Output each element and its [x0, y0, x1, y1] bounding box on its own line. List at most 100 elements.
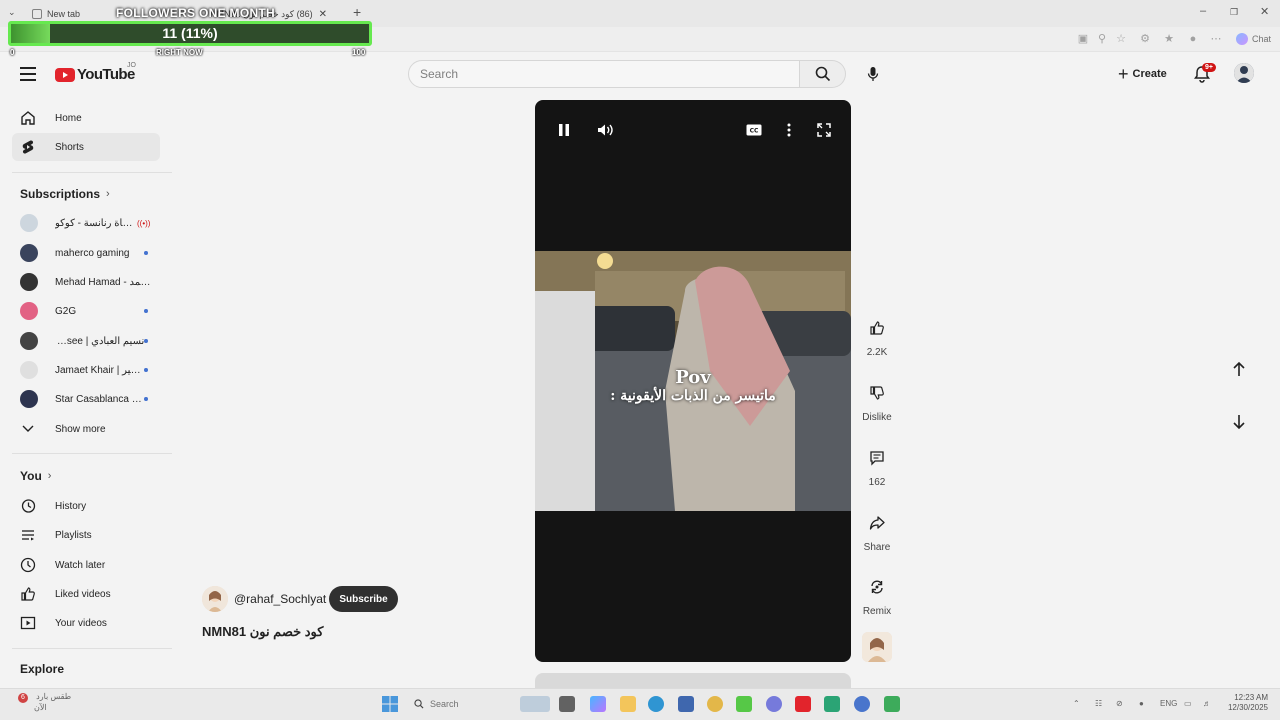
sidebar-item-label: Watch later	[55, 559, 106, 571]
start-icon[interactable]	[382, 696, 398, 712]
favorites-icon[interactable]: ★	[1163, 33, 1175, 45]
kick-icon[interactable]	[736, 696, 752, 712]
mic-tray-icon[interactable]: ●	[1139, 699, 1144, 708]
comments-action[interactable]: 162	[857, 441, 897, 488]
microphone-icon	[867, 67, 879, 81]
xbox-icon[interactable]	[884, 696, 900, 712]
close-window-icon[interactable]: ✕	[1260, 5, 1269, 18]
wifi-off-icon[interactable]: ⊘	[1116, 699, 1123, 708]
minimize-icon[interactable]: –	[1200, 5, 1206, 17]
monitor-icon[interactable]: ▭	[1184, 699, 1192, 708]
more-actions-button[interactable]	[779, 120, 799, 140]
like-action[interactable]: 2.2K	[857, 311, 897, 358]
sidebar-item-liked-videos[interactable]: Liked videos	[12, 580, 160, 608]
channel-avatar[interactable]	[202, 586, 228, 612]
remix-button[interactable]	[860, 570, 894, 604]
channel-thumbnail[interactable]	[862, 632, 892, 662]
sidebar-subscription-6[interactable]: Star Casablanca | ستار	[12, 385, 160, 413]
sidebar-subscription-1[interactable]: maherco gaming	[12, 239, 160, 267]
previous-short-button[interactable]	[1222, 352, 1256, 386]
search-button[interactable]	[800, 60, 846, 88]
share-action[interactable]: Share	[857, 506, 897, 553]
liked-videos-icon	[20, 586, 36, 602]
comments-button[interactable]	[860, 441, 894, 475]
sidebar-subscription-3[interactable]: G2G	[12, 297, 160, 325]
favorite-star-icon[interactable]: ☆	[1115, 33, 1127, 45]
video-title: كود خصم نون NMN81	[202, 624, 324, 639]
extensions-icon[interactable]: ⚙	[1139, 33, 1151, 45]
collections-icon[interactable]: ▣	[1077, 33, 1089, 45]
captions-button[interactable]: CC	[744, 120, 764, 140]
sidebar-item-history[interactable]: History	[12, 492, 160, 520]
copilot-chat-button[interactable]: Chat	[1236, 33, 1271, 45]
sidebar-subscription-4[interactable]: نسيم العبادي | Nasee...	[12, 327, 160, 355]
sidebar-subscription-0[interactable]: قناة رنانسة - كوكو Coco ((•))	[12, 209, 160, 237]
close-tab-icon[interactable]: ✕	[319, 9, 327, 20]
speaker-icon[interactable]: ♬	[1203, 699, 1211, 708]
video-overlay-caption: ماتيسر من الذبات الأيقونية :	[610, 388, 776, 404]
create-button[interactable]: + Create	[1112, 60, 1177, 88]
account-avatar[interactable]	[1234, 63, 1254, 83]
new-tab-icon[interactable]: +	[353, 4, 361, 20]
shorts-icon	[20, 139, 36, 155]
more-options-icon[interactable]: ⋯	[1210, 33, 1222, 45]
tab-list-chevron-icon[interactable]: ⌄	[8, 7, 16, 18]
sidebar-item-label: Your videos	[55, 617, 107, 629]
edge-icon[interactable]	[648, 696, 664, 712]
remix-action[interactable]: Remix	[857, 570, 897, 617]
weather-widget[interactable]: 6 طقس بارد الآن	[18, 692, 71, 713]
you-heading[interactable]: You ›	[20, 469, 51, 483]
sidebar-item-playlists[interactable]: Playlists	[12, 521, 160, 549]
channel-handle[interactable]: @rahaf_Sochlyat	[234, 592, 326, 606]
file-explorer-icon[interactable]	[620, 696, 636, 712]
chrome-icon[interactable]	[707, 696, 723, 712]
zoom-icon[interactable]: ⚲	[1096, 33, 1108, 45]
pause-button[interactable]	[554, 120, 574, 140]
share-icon	[869, 516, 885, 530]
voice-search-button[interactable]	[858, 60, 888, 88]
dislike-button[interactable]	[860, 376, 894, 410]
dislike-action[interactable]: Dislike	[857, 376, 897, 423]
channel-avatar	[20, 214, 38, 232]
channel-avatar-image	[202, 586, 228, 612]
sidebar-subscription-5[interactable]: Jamaet Khair | جماعة خير	[12, 356, 160, 384]
volume-button[interactable]	[596, 120, 616, 140]
sidebar-item-watch-later[interactable]: Watch later	[12, 551, 160, 579]
taskbar-clock[interactable]: 12:23 AM 12/30/2025	[1226, 693, 1268, 713]
subscribe-button[interactable]: Subscribe	[329, 586, 398, 612]
chevron-up-icon[interactable]: ⌃	[1073, 699, 1080, 708]
network-icon[interactable]: ☷	[1095, 699, 1102, 708]
chevron-down-icon	[20, 421, 36, 437]
sidebar-item-shorts[interactable]: Shorts	[12, 133, 160, 161]
task-view-icon[interactable]	[559, 696, 575, 712]
store-icon[interactable]	[678, 696, 694, 712]
sidebar-item-home[interactable]: Home	[12, 104, 160, 132]
search-field[interactable]	[408, 60, 800, 88]
follower-goal-status: RIGHT NOW	[156, 48, 203, 57]
channel-avatar	[20, 302, 38, 320]
notifications-badge: 9+	[1202, 63, 1216, 72]
language-indicator[interactable]: ENG	[1160, 699, 1177, 708]
sidebar-subscription-2[interactable]: Mehad Hamad - محمد	[12, 268, 160, 296]
fullscreen-button[interactable]	[814, 120, 834, 140]
youtube-logo[interactable]: YouTube JO	[55, 62, 136, 83]
subscriptions-heading[interactable]: Subscriptions ›	[20, 187, 110, 201]
share-button[interactable]	[860, 506, 894, 540]
app-icon[interactable]	[824, 696, 840, 712]
sidebar-item-label: Shorts	[55, 141, 84, 153]
widgets-icon[interactable]	[520, 696, 550, 712]
next-short-button[interactable]	[1222, 405, 1256, 439]
menu-icon[interactable]	[20, 67, 36, 81]
copilot-app-icon[interactable]	[590, 696, 606, 712]
show-more-button[interactable]: Show more	[12, 415, 160, 443]
youtube-app-icon[interactable]	[795, 696, 811, 712]
like-button[interactable]	[860, 311, 894, 345]
search-input[interactable]	[409, 61, 799, 87]
sidebar-item-your-videos[interactable]: Your videos	[12, 609, 160, 637]
settings-app-icon[interactable]	[854, 696, 870, 712]
restore-icon[interactable]: ❐	[1230, 7, 1238, 18]
profile-icon[interactable]: ●	[1187, 33, 1199, 45]
subscription-label: قناة رنانسة - كوكو Coco	[55, 217, 135, 229]
shorts-video-player[interactable]: Pov ماتيسر من الذبات الأيقونية : CC	[535, 100, 851, 662]
discord-icon[interactable]	[766, 696, 782, 712]
